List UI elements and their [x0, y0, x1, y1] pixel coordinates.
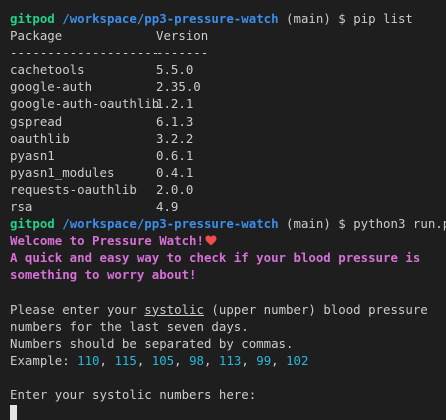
prompt-line-pip-list: gitpod /workspace/pp3-pressure-watch (ma… — [10, 10, 446, 27]
example-value: 99 — [256, 352, 272, 368]
package-version: 2.0.0 — [156, 181, 194, 197]
separator-package: -------------------- — [10, 45, 160, 61]
pip-list-header: Package Version — [10, 27, 446, 44]
package-version: 5.5.0 — [156, 62, 194, 78]
pip-list-separator: --------------------------- — [10, 44, 446, 61]
package-row: google-auth 2.35.0 — [10, 78, 446, 95]
package-row: pyasn1 0.6.1 — [10, 147, 446, 164]
welcome-line: Welcome to Pressure Watch! — [10, 232, 446, 249]
package-row: rsa 4.9 — [10, 198, 446, 215]
header-package: Package — [10, 28, 63, 44]
package-row: gspread 6.1.3 — [10, 113, 446, 130]
package-name: oauthlib — [10, 130, 70, 146]
package-row: pyasn1_modules 0.4.1 — [10, 164, 446, 181]
example-separator: , — [99, 352, 115, 368]
instruction-post: (upper number) blood pressure — [203, 301, 428, 317]
red-heart-icon — [205, 235, 217, 246]
prompt-path: /workspace/pp3-pressure-watch — [62, 11, 279, 26]
package-version: 3.2.2 — [156, 130, 194, 146]
prompt-symbol: $ — [338, 216, 346, 232]
package-version: 2.35.0 — [156, 79, 201, 95]
example-value: 105 — [151, 352, 175, 368]
package-row: oauthlib 3.2.2 — [10, 130, 446, 147]
welcome-text: Welcome to Pressure Watch! — [10, 233, 204, 249]
terminal-cursor[interactable] — [10, 405, 17, 420]
package-row: requests-oauthlib 2.0.0 — [10, 181, 446, 198]
tagline-line-1: A quick and easy way to check if your bl… — [10, 250, 421, 266]
tagline-line-2: something to worry about! — [10, 267, 197, 283]
example-separator: , — [241, 352, 257, 368]
prompt-user: gitpod — [10, 11, 55, 26]
package-name: gspread — [10, 113, 63, 129]
input-line[interactable] — [10, 403, 446, 420]
prompt-user: gitpod — [10, 216, 55, 232]
prompt-symbol: $ — [338, 11, 346, 26]
example-line: Example: 110, 115, 105, 98, 113, 99, 102 — [10, 352, 446, 369]
instruction-line-2: numbers for the last seven days. — [10, 318, 249, 334]
input-prompt: Enter your systolic numbers here: — [10, 387, 257, 403]
example-value: 102 — [286, 352, 309, 368]
package-version: 0.4.1 — [156, 164, 194, 180]
example-label: Example: — [10, 352, 78, 368]
instruction-line-1: Please enter your systolic (upper number… — [10, 301, 446, 318]
package-name: requests-oauthlib — [10, 181, 137, 197]
example-value: 113 — [218, 352, 242, 368]
prompt-branch: (main) — [286, 216, 331, 232]
package-name: google-auth-oauthlib — [10, 96, 160, 112]
command-text: python3 run.py — [353, 216, 446, 232]
example-separator: , — [136, 352, 152, 368]
package-row: cachetools 5.5.0 — [10, 61, 446, 78]
example-value: 115 — [114, 352, 137, 368]
package-version: 0.6.1 — [156, 147, 194, 163]
command-text: pip list — [353, 11, 413, 26]
example-value: 110 — [77, 352, 100, 368]
instruction-pre: Please enter your — [10, 301, 145, 317]
example-value: 98 — [189, 352, 204, 368]
package-row: google-auth-oauthlib1.2.1 — [10, 95, 446, 112]
package-version: 6.1.3 — [156, 113, 194, 129]
terminal-output[interactable]: gitpod /workspace/pp3-pressure-watch (ma… — [10, 10, 446, 420]
example-separator: , — [271, 352, 287, 368]
package-name: rsa — [10, 199, 33, 215]
systolic-keyword: systolic — [144, 301, 204, 317]
prompt-path: /workspace/pp3-pressure-watch — [62, 216, 279, 232]
package-name: pyasn1 — [10, 147, 55, 163]
package-name: google-auth — [10, 79, 93, 95]
prompt-branch: (main) — [286, 11, 331, 26]
package-name: pyasn1_modules — [10, 164, 115, 180]
example-separator: , — [204, 352, 219, 368]
package-version: 4.9 — [156, 199, 179, 215]
separator-version: ------- — [156, 45, 209, 61]
package-name: cachetools — [10, 62, 85, 78]
instruction-line-3: Numbers should be separated by commas. — [10, 335, 294, 351]
package-version: 1.2.1 — [156, 96, 194, 112]
header-version: Version — [156, 28, 209, 44]
prompt-line-run: gitpod /workspace/pp3-pressure-watch (ma… — [10, 215, 446, 232]
example-separator: , — [174, 352, 190, 368]
